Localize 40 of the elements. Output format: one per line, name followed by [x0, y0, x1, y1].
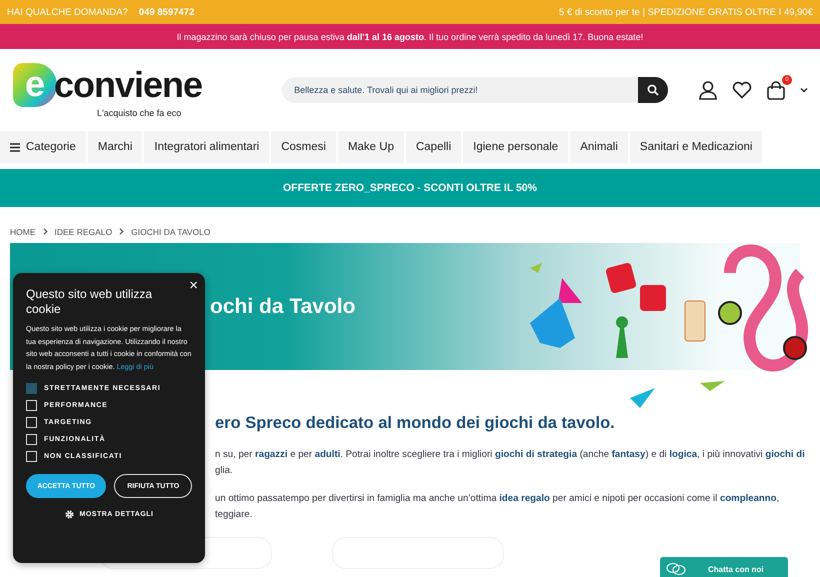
search-icon: [647, 84, 659, 96]
logo-tagline: L'acquisto che fa eco: [97, 108, 182, 118]
nav-item[interactable]: Cosmesi: [271, 131, 336, 163]
chevron-icon: [42, 228, 48, 235]
checkbox[interactable]: [26, 400, 37, 411]
nav-item[interactable]: Animali: [570, 131, 628, 163]
promo-text: 5 € di sconto per te | SPEDIZIONE GRATIS OLTRE I 49,90€: [559, 6, 813, 18]
cookie-title: Questo sito web utilizza cookie: [26, 287, 154, 317]
nav-item[interactable]: Capelli: [406, 131, 462, 163]
nav-item[interactable]: Integratori alimentari: [144, 131, 270, 163]
breadcrumb-link[interactable]: HOME: [10, 226, 36, 236]
nav-item[interactable]: Marchi: [88, 131, 142, 163]
question-text: HAI QUALCHE DOMANDA?: [7, 6, 128, 18]
gear-icon: [64, 510, 74, 519]
paragraph-line: glia.: [215, 464, 234, 478]
nav-item[interactable]: Igiene personale: [463, 131, 568, 163]
checkbox[interactable]: [26, 451, 37, 462]
nav-item[interactable]: Sanitari e Medicazioni: [630, 131, 762, 163]
paragraph-line: n su, per ragazzi e per adulti. Potrai inoltre scegliere tra i migliori giochi di strategia (anche fantasy) e di logica, i più innovativi giochi di: [215, 448, 806, 462]
search-button[interactable]: [638, 77, 668, 103]
paragraph-line: teggiare.: [215, 508, 254, 522]
heart-icon[interactable]: [732, 81, 752, 99]
breadcrumb-link[interactable]: GIOCHI DA TAVOLO: [131, 226, 210, 236]
nav-item[interactable]: Categorie: [0, 131, 86, 163]
bag-icon[interactable]: [766, 80, 786, 100]
user-icon[interactable]: [698, 80, 718, 100]
paragraph-line: un ottimo passatempo per divertirsi in famiglia ma anche un’ottima idea regalo per amici e nipoti per occasioni come il compleanno,: [215, 492, 780, 506]
chat-bubbles-icon: [666, 562, 686, 576]
hero-title: ochi da Tavolo: [210, 294, 356, 318]
menu-icon: [10, 142, 20, 152]
section-heading: ero Spreco dedicato al mondo dei giochi da tavolo.: [215, 414, 616, 433]
close-button[interactable]: ×: [189, 278, 198, 294]
breadcrumb-link[interactable]: IDEE REGALO: [54, 226, 112, 236]
caret-icon[interactable]: [800, 87, 808, 93]
search-field[interactable]: Bellezza e salute. Trovali qui ai migliori prezzi!: [282, 77, 638, 103]
checkbox[interactable]: [26, 434, 37, 445]
notice-text: Il magazzino sarà chiuso per pausa estiva dall'1 al 16 agosto. Il tuo ordine verrà spedito da lunedì 17. Buona estate!: [176, 32, 644, 42]
checkbox[interactable]: [26, 417, 37, 428]
nav-item[interactable]: Make Up: [338, 131, 404, 163]
chevron-icon: [119, 228, 124, 235]
